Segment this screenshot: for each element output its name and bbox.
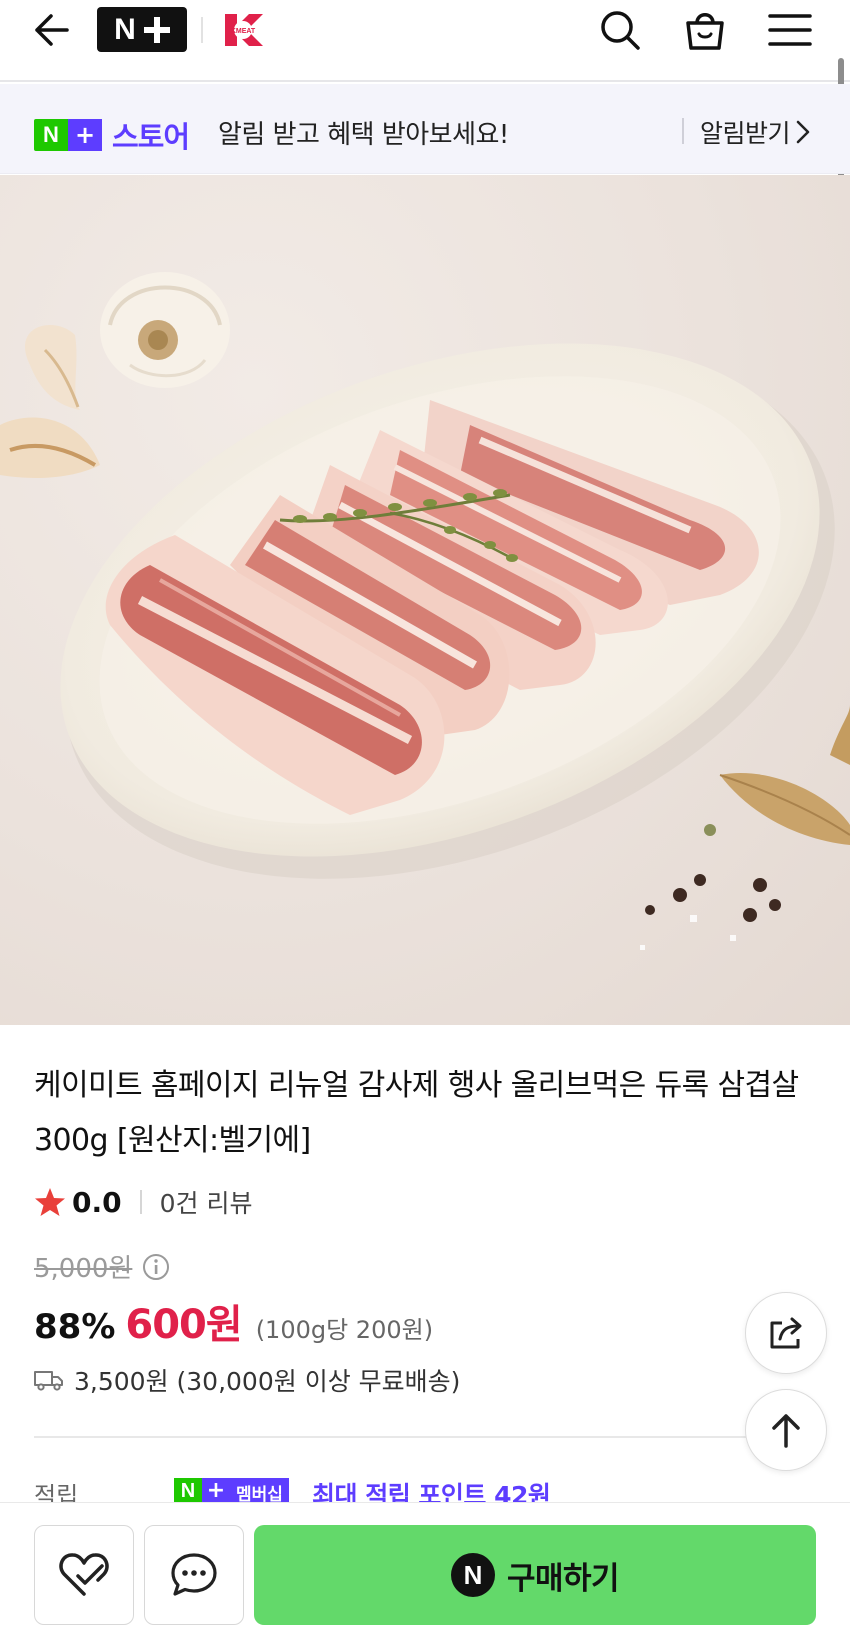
section-divider	[34, 1436, 750, 1438]
shipping-row: 3,500원 (30,000원 이상 무료배송)	[34, 1362, 460, 1398]
review-count[interactable]: 0건 리뷰	[160, 1184, 253, 1220]
points-label: 적립	[34, 1482, 79, 1502]
buy-button[interactable]: N 구매하기	[254, 1525, 816, 1625]
rating-row[interactable]: 0.0 0건 리뷰	[34, 1185, 252, 1219]
banner-divider	[682, 118, 684, 144]
product-title: 케이미트 홈페이지 리뉴얼 감사제 행사 올리브먹은 듀록 삼겹살 300g […	[34, 1068, 799, 1158]
naver-pay-icon: N	[450, 1553, 495, 1597]
price-row: 88% 600원 (100g당 200원)	[34, 1292, 433, 1350]
nplus-store-badge: N + 스토어	[34, 114, 190, 156]
banner-message: 알림 받고 혜택 받아보세요!	[218, 120, 509, 150]
delivery-truck-icon	[34, 1371, 63, 1391]
share-button[interactable]	[745, 1292, 827, 1374]
chevron-right-icon	[796, 120, 810, 144]
info-icon[interactable]	[142, 1253, 170, 1281]
kmeat-brand-logo[interactable]: KMEAT	[221, 8, 265, 52]
membership-badge: N + 멤버십	[174, 1478, 289, 1502]
bottom-action-bar: N 구매하기	[0, 1502, 850, 1649]
search-icon[interactable]	[596, 6, 644, 54]
heart-check-icon	[59, 1553, 109, 1596]
share-icon	[770, 1317, 802, 1349]
sale-price: 600원	[125, 1302, 242, 1348]
product-image[interactable]	[0, 175, 850, 1025]
arrow-up-icon	[772, 1414, 800, 1448]
hamburger-menu-icon[interactable]	[766, 6, 814, 54]
star-icon	[35, 1188, 65, 1216]
points-row[interactable]: 적립 N + 멤버십 최대 적립 포인트 42원	[34, 1478, 794, 1502]
back-arrow-icon[interactable]	[28, 10, 74, 50]
store-badge-text: 스토어	[112, 120, 190, 154]
nplus-logo[interactable]: N	[97, 7, 187, 52]
notification-banner[interactable]: N + 스토어 알림 받고 혜택 받아보세요! 알림받기	[0, 84, 850, 174]
membership-badge-text: 멤버십	[230, 1478, 289, 1502]
talktalk-chat-button[interactable]	[144, 1525, 244, 1625]
svg-text:KMEAT: KMEAT	[231, 28, 256, 35]
original-price-row: 5,000원	[34, 1248, 170, 1285]
max-points-text[interactable]: 최대 적립 포인트 42원	[312, 1478, 551, 1502]
top-header: N KMEAT	[0, 0, 850, 82]
shopping-bag-icon[interactable]	[681, 6, 729, 54]
rating-divider	[139, 1190, 142, 1214]
rating-score: 0.0	[72, 1185, 122, 1219]
chat-bubble-icon	[171, 1553, 217, 1596]
scroll-top-button[interactable]	[745, 1389, 827, 1471]
original-price: 5,000원	[34, 1254, 133, 1284]
discount-rate: 88%	[34, 1307, 116, 1347]
unit-price: (100g당 200원)	[255, 1316, 434, 1344]
notify-link-label: 알림받기	[700, 119, 791, 148]
wishlist-button[interactable]	[34, 1525, 134, 1625]
buy-button-label: 구매하기	[506, 1560, 620, 1597]
notify-link[interactable]: 알림받기	[700, 114, 810, 150]
logo-divider	[201, 17, 203, 43]
shipping-info: 3,500원 (30,000원 이상 무료배송)	[74, 1367, 461, 1396]
